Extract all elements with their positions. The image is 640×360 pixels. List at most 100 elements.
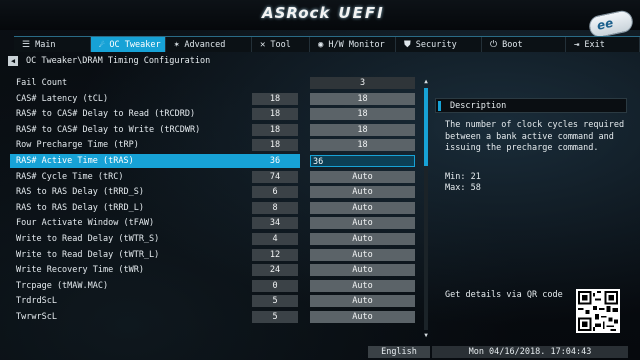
setting-row[interactable]: TrdrdScL 5 Auto [16, 294, 429, 309]
setting-value-field[interactable]: 18 [310, 108, 415, 121]
setting-value-field[interactable]: Auto [310, 217, 415, 230]
tab-h-w-monitor[interactable]: ◉ H/W Monitor [310, 37, 396, 52]
setting-value-field[interactable]: 18 [310, 92, 415, 105]
setting-row[interactable]: Write Recovery Time (tWR) 24 Auto [16, 263, 429, 278]
setting-row[interactable]: Write to Read Delay (tWTR_L) 12 Auto [16, 248, 429, 263]
current-value: 18 [252, 139, 298, 152]
setting-label: Write to Read Delay (tWTR_S) [16, 234, 160, 244]
description-min: Min: 21 [445, 172, 481, 182]
scroll-thumb[interactable] [424, 88, 428, 166]
setting-row[interactable]: RAS# to CAS# Delay to Write (tRCDWR) 18 18 [16, 123, 429, 138]
setting-label: RAS# to CAS# Delay to Read (tRCDRD) [16, 109, 196, 120]
setting-row[interactable]: TwrwrScL 5 Auto [16, 310, 429, 325]
tab-oc-tweaker[interactable]: ☄ OC Tweaker [91, 37, 166, 52]
setting-row[interactable]: CAS# Latency (tCL) 18 18 [16, 92, 429, 107]
setting-label: RAS# Active Time (tRAS) [16, 156, 134, 166]
setting-value-field[interactable]: Auto [310, 201, 415, 214]
rocket-icon: ☄ [99, 39, 105, 50]
datetime-display: Mon 04/16/2018. 17:04:43 [432, 346, 628, 358]
back-arrow-icon[interactable]: ◀ [8, 56, 18, 66]
current-value: 6 [252, 186, 298, 199]
setting-row[interactable]: Fail Count 3 [16, 76, 429, 91]
tab-label: Exit [584, 39, 605, 50]
setting-label: Four Activate Window (tFAW) [16, 218, 155, 229]
current-value: 74 [252, 170, 298, 183]
setting-value-field[interactable]: Auto [310, 186, 415, 199]
setting-label: TwrwrScL [16, 312, 57, 322]
main-tab-bar: ☰ Main ☄ OC Tweaker ✶ Advanced ✕ Tool ◉ H/W Monit… [14, 36, 640, 52]
setting-row[interactable]: Write to Read Delay (tWTR_S) 4 Auto [16, 232, 429, 247]
current-value: 5 [252, 311, 298, 323]
tab-security[interactable]: ⛊ Security [396, 37, 482, 52]
current-value: 18 [252, 123, 298, 136]
setting-value-field[interactable]: Auto [310, 248, 415, 261]
tools-icon: ✕ [260, 39, 266, 50]
description-panel: Description The number of clock cycles r… [435, 98, 627, 338]
setting-value-field[interactable]: Auto [310, 279, 415, 292]
tab-label: Tool [270, 39, 291, 50]
language-selector[interactable]: English [368, 346, 430, 358]
tab-main[interactable]: ☰ Main [14, 37, 91, 52]
current-value: 0 [252, 279, 298, 292]
current-value: 5 [252, 295, 298, 308]
list-icon: ☰ [22, 39, 31, 50]
setting-label: Trcpage (tMAW.MAC) [16, 280, 109, 291]
current-value: 36 [269, 156, 281, 166]
asrock-uefi-logo: ASRock UEFI [262, 4, 385, 22]
scroll-up-icon[interactable]: ▲ [422, 78, 430, 86]
tab-tool[interactable]: ✕ Tool [252, 37, 310, 52]
setting-value-field[interactable]: 36 [310, 155, 415, 167]
tab-label: Security [415, 39, 457, 50]
current-value: 34 [252, 217, 298, 230]
setting-row[interactable]: Four Activate Window (tFAW) 34 Auto [16, 216, 429, 231]
setting-value-field[interactable]: Auto [310, 170, 415, 183]
setting-label: Write Recovery Time (tWR) [16, 265, 144, 276]
setting-value-field[interactable]: Auto [310, 264, 415, 277]
qr-code [576, 289, 620, 333]
setting-value-field[interactable]: 18 [310, 139, 415, 152]
status-footer: English Mon 04/16/2018. 17:04:43 [0, 345, 640, 360]
scroll-down-icon[interactable]: ▼ [422, 332, 430, 340]
current-value: 12 [252, 248, 298, 261]
setting-label: Row Precharge Time (tRP) [16, 140, 139, 151]
settings-scrollbar[interactable]: ▲ ▼ [422, 78, 430, 340]
current-value: 18 [252, 92, 298, 105]
tab-advanced[interactable]: ✶ Advanced [166, 37, 252, 52]
setting-label: RAS to RAS Delay (tRRD_S) [16, 187, 144, 198]
setting-label: Write to Read Delay (tWTR_L) [16, 249, 160, 260]
qr-code-label: Get details via QR code [445, 290, 563, 300]
logo-uefi: UEFI [338, 4, 385, 22]
tab-label: Main [35, 39, 56, 50]
setting-value-field[interactable]: Auto [310, 295, 415, 308]
setting-value-field[interactable]: Auto [310, 311, 415, 323]
current-value: 18 [252, 108, 298, 121]
breadcrumb-row: ◀ OC Tweaker\DRAM Timing Configuration [8, 55, 210, 67]
setting-row[interactable]: RAS# Cycle Time (tRC) 74 Auto [16, 170, 429, 185]
setting-label: CAS# Latency (tCL) [16, 93, 109, 104]
setting-value-field[interactable]: Auto [310, 233, 415, 245]
breadcrumb: OC Tweaker\DRAM Timing Configuration [26, 56, 211, 66]
power-icon: ⏻ [490, 39, 498, 50]
setting-row[interactable]: RAS# Active Time (tRAS) 36 36 [10, 154, 429, 169]
tab-exit[interactable]: ⇥ Exit [566, 37, 640, 52]
setting-row[interactable]: Trcpage (tMAW.MAC) 0 Auto [16, 279, 429, 294]
header-bar: ASRock UEFI ee [0, 0, 640, 40]
setting-label: TrdrdScL [16, 296, 57, 307]
setting-row[interactable]: RAS# to CAS# Delay to Read (tRCDRD) 18 18 [16, 107, 429, 122]
current-value: 4 [252, 233, 298, 245]
setting-row[interactable]: Row Precharge Time (tRP) 18 18 [16, 138, 429, 153]
setting-row[interactable]: RAS to RAS Delay (tRRD_L) 8 Auto [16, 201, 429, 216]
tab-boot[interactable]: ⏻ Boot [482, 37, 566, 52]
current-value: 8 [252, 201, 298, 214]
tab-label: H/W Monitor [328, 39, 385, 50]
shield-icon: ⛊ [404, 39, 411, 50]
setting-label: RAS to RAS Delay (tRRD_L) [16, 202, 144, 213]
description-title: Description [450, 101, 507, 111]
monitor-icon: ◉ [318, 39, 324, 50]
setting-row[interactable]: RAS to RAS Delay (tRRD_S) 6 Auto [16, 185, 429, 200]
setting-value-field[interactable]: 3 [310, 77, 415, 89]
description-max: Max: 58 [445, 183, 481, 193]
description-marker [438, 101, 441, 111]
description-header: Description [435, 98, 627, 113]
setting-value-field[interactable]: 18 [310, 123, 415, 136]
